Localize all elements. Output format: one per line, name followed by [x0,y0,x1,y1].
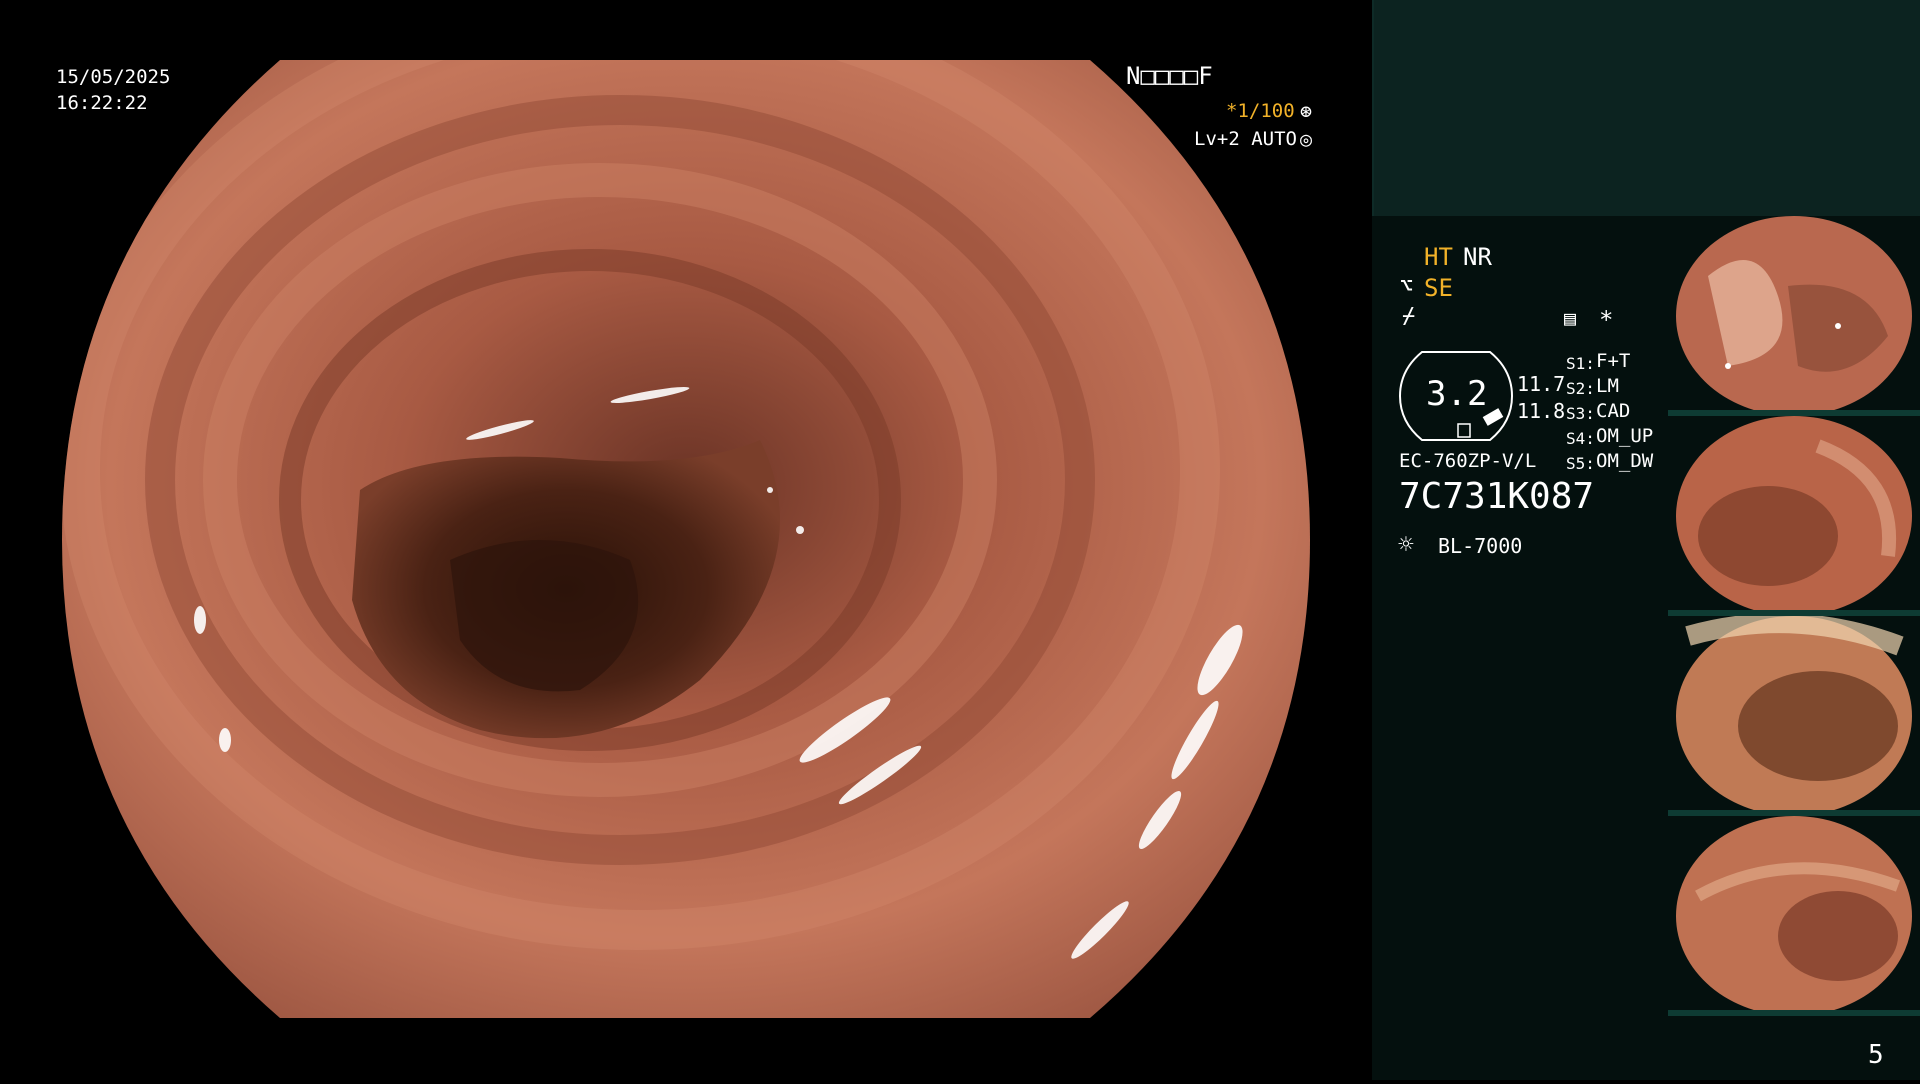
thumbnail-image[interactable] [1668,416,1920,616]
auto-icon: ◎ [1300,127,1313,151]
switch-4-key: S4: [1566,429,1595,448]
info-panel-header [1372,0,1920,216]
colon-lumen-image [62,60,1310,1018]
level-label: Lv+2 AUTO [1194,128,1297,150]
endoscope-view [0,0,1372,1080]
thumbnail-image[interactable] [1668,616,1920,816]
shutter-label: *1/100 [1226,100,1295,122]
page-number: 5 [1868,1040,1884,1070]
value-a: 11.7 [1517,372,1566,396]
switch-5-key: S5: [1566,454,1595,473]
date-label: 15/05/2025 [56,66,171,88]
switch-1-key: S1: [1566,354,1595,373]
shutter-icon: ⊛ [1300,99,1313,123]
scope-model: EC-760ZP-V/L [1399,450,1537,472]
se-icon: ⌥ [1400,274,1414,299]
switch-4-value: OM_UP [1596,425,1654,447]
filter-icon: ⌿ [1402,304,1416,329]
scope-serial: 7C731K087 [1399,476,1595,517]
light-source-label: BL-7000 [1438,534,1523,558]
switch-2-value: LM [1596,375,1619,397]
time-label: 16:22:22 [56,92,148,114]
se-label: SE [1424,274,1453,302]
switch-2-key: S2: [1566,379,1595,398]
switch-3-key: S3: [1566,404,1595,423]
thumbnail-bar [1668,1010,1920,1016]
value-b: 11.8 [1517,399,1566,423]
nr-label: NR [1463,243,1492,271]
ht-label: HT [1424,243,1453,271]
switch-5-value: OM_DW [1596,450,1654,472]
star-label: * [1599,306,1614,334]
switch-3-value: CAD [1596,400,1631,422]
settings-icon: ▤ [1564,306,1577,330]
light-source-icon: ☼ [1398,530,1414,560]
thumbnail-image[interactable] [1668,216,1920,416]
thumbnail-image[interactable] [1668,816,1920,1016]
patient-id-label: N□□□□F [1126,62,1213,90]
dial-value: 3.2 [1426,374,1488,414]
switch-1-value: F+T [1596,350,1631,372]
